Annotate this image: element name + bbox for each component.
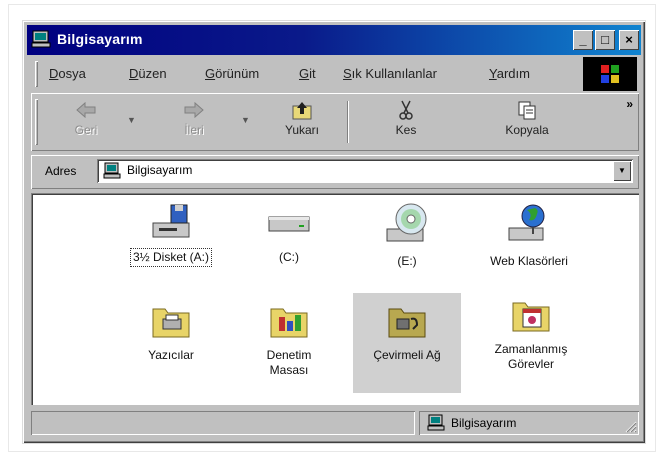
back-button[interactable]: Geri — [51, 99, 121, 145]
item-label: Web Klasörleri — [490, 254, 568, 268]
floppy-drive-item[interactable]: 3½ Disket (A:) — [117, 201, 225, 267]
dial-up-networking-folder-icon — [388, 308, 426, 338]
folder-view: 3½ Disket (A:) (C:) (E:) Web Klasörleri … — [31, 193, 639, 405]
window-title: Bilgisayarım — [57, 31, 143, 47]
title-bar[interactable]: Bilgisayarım _ □ × — [27, 25, 641, 55]
status-bar: Bilgisayarım — [31, 409, 639, 437]
address-bar: Adres Bilgisayarım ▼ — [31, 155, 639, 189]
toolbar-separator — [347, 101, 349, 143]
maximize-button[interactable]: □ — [595, 30, 615, 50]
floppy-drive-icon — [152, 204, 190, 238]
windows-flag-icon — [601, 65, 619, 83]
address-label: Adres — [45, 164, 77, 178]
my-computer-status-icon — [427, 414, 445, 431]
printers-item[interactable]: Yazıcılar — [117, 299, 225, 364]
item-label: Denetim Masası — [266, 348, 312, 377]
back-dropdown-arrow[interactable]: ▼ — [127, 115, 136, 125]
toolbar-overflow-chevron[interactable]: » — [626, 97, 633, 111]
scheduled-tasks-folder-icon — [512, 302, 550, 332]
menu-bar: Dosya Düzen Görünüm Git Sık Kullanılanla… — [31, 57, 581, 91]
my-computer-icon — [31, 30, 51, 48]
up-button[interactable]: Yukarı — [267, 99, 337, 145]
close-button[interactable]: × — [619, 30, 639, 50]
my-computer-small-icon — [103, 162, 121, 179]
item-label: Zamanlanmış Görevler — [494, 342, 568, 371]
scheduled-tasks-item[interactable]: Zamanlanmış Görevler — [471, 293, 591, 373]
menu-edit[interactable]: Düzen — [129, 66, 167, 81]
status-zone-text: Bilgisayarım — [451, 416, 517, 430]
menu-go[interactable]: Git — [299, 66, 316, 81]
menu-bar-grip[interactable] — [35, 61, 38, 87]
printers-folder-icon — [152, 308, 190, 338]
cd-drive-item[interactable]: (E:) — [353, 197, 461, 270]
address-dropdown-button[interactable]: ▼ — [613, 161, 631, 181]
item-label: 3½ Disket (A:) — [129, 248, 213, 267]
menu-file[interactable]: Dosya — [49, 66, 86, 81]
explorer-window: Bilgisayarım _ □ × Dosya Düzen Görünüm G… — [22, 20, 646, 444]
forward-arrow-icon — [184, 101, 204, 119]
status-bar-left-pane — [31, 411, 415, 435]
address-field[interactable]: Bilgisayarım ▼ — [97, 159, 633, 183]
menu-view[interactable]: Görünüm — [205, 66, 259, 81]
web-folders-item[interactable]: Web Klasörleri — [469, 199, 589, 270]
dial-up-networking-item[interactable]: Çevirmeli Ağ — [353, 293, 461, 393]
address-value: Bilgisayarım — [127, 163, 193, 177]
up-folder-icon — [292, 102, 312, 120]
cut-button[interactable]: Kes — [371, 99, 441, 145]
back-arrow-icon — [76, 101, 96, 119]
copy-icon — [518, 101, 536, 120]
hard-drive-icon — [268, 216, 310, 232]
standard-toolbar: Geri ▼ İleri ▼ Yukarı Kes Kopyala » — [31, 93, 639, 151]
control-panel-folder-icon — [270, 308, 308, 338]
toolbar-grip[interactable] — [35, 99, 38, 145]
item-label: Yazıcılar — [148, 348, 194, 362]
resize-grip-icon[interactable] — [623, 419, 637, 433]
forward-dropdown-arrow[interactable]: ▼ — [241, 115, 250, 125]
hard-drive-item[interactable]: (C:) — [235, 201, 343, 266]
scissors-icon — [399, 100, 413, 120]
menu-help[interactable]: Yardım — [489, 66, 530, 81]
menu-favorites[interactable]: Sık Kullanılanlar — [343, 66, 437, 81]
item-label: Çevirmeli Ağ — [373, 348, 441, 362]
forward-button[interactable]: İleri — [159, 99, 229, 145]
windows-logo-throbber — [583, 57, 637, 91]
web-folders-icon — [508, 204, 545, 241]
item-label: (C:) — [279, 250, 299, 264]
minimize-button[interactable]: _ — [573, 30, 593, 50]
control-panel-item[interactable]: Denetim Masası — [235, 299, 343, 379]
cd-drive-icon — [386, 203, 427, 242]
copy-button[interactable]: Kopyala — [487, 99, 567, 145]
status-bar-zone-pane: Bilgisayarım — [419, 411, 639, 435]
item-label: (E:) — [397, 254, 417, 268]
